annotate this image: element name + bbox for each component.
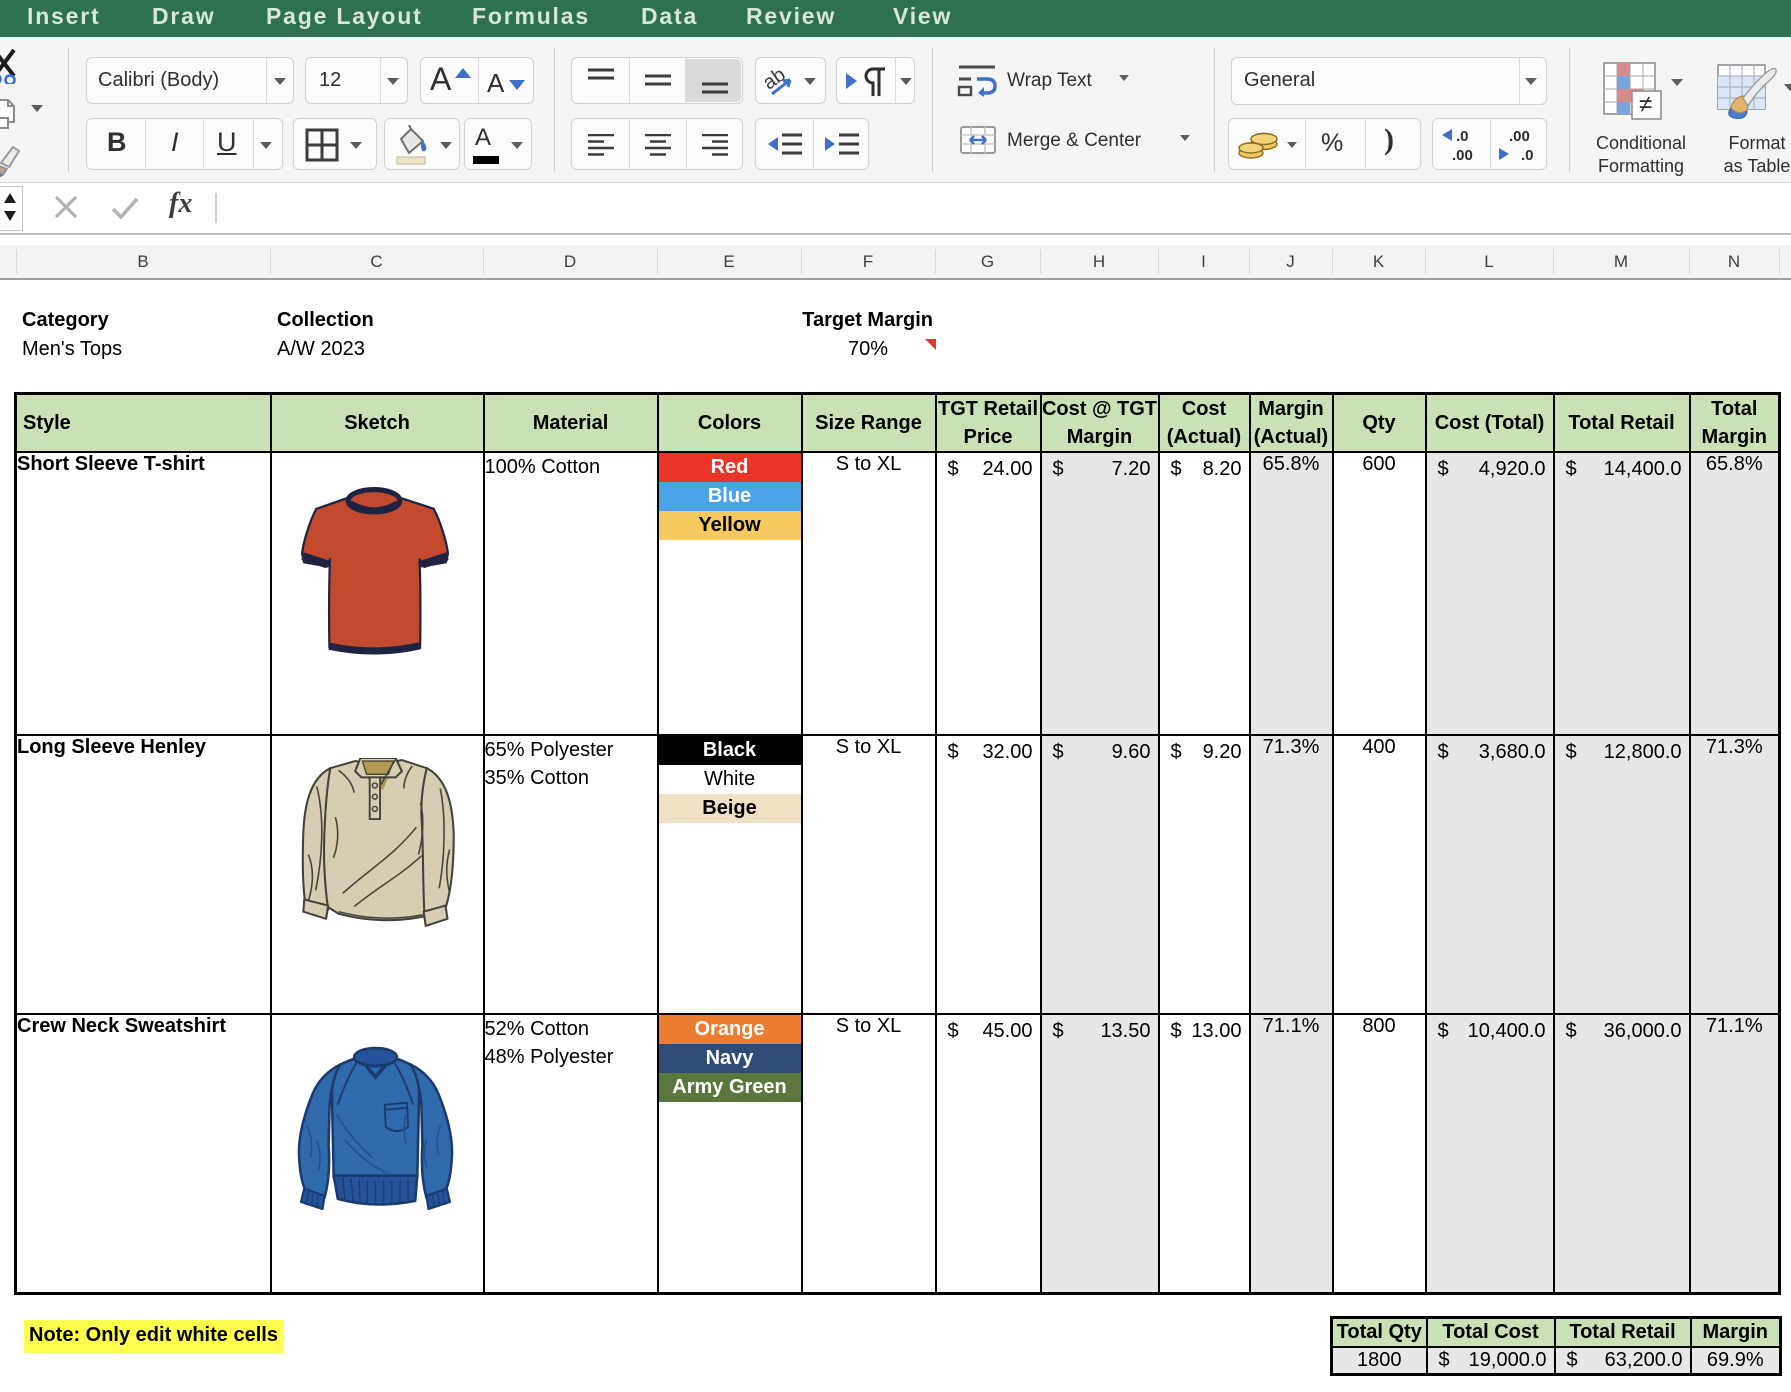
svg-text:.0: .0	[1521, 147, 1534, 164]
svg-text:.00: .00	[1509, 128, 1530, 145]
svg-text:.00: .00	[1452, 147, 1473, 164]
svg-text:.0: .0	[1456, 128, 1469, 145]
svg-text:≠: ≠	[1639, 91, 1652, 118]
